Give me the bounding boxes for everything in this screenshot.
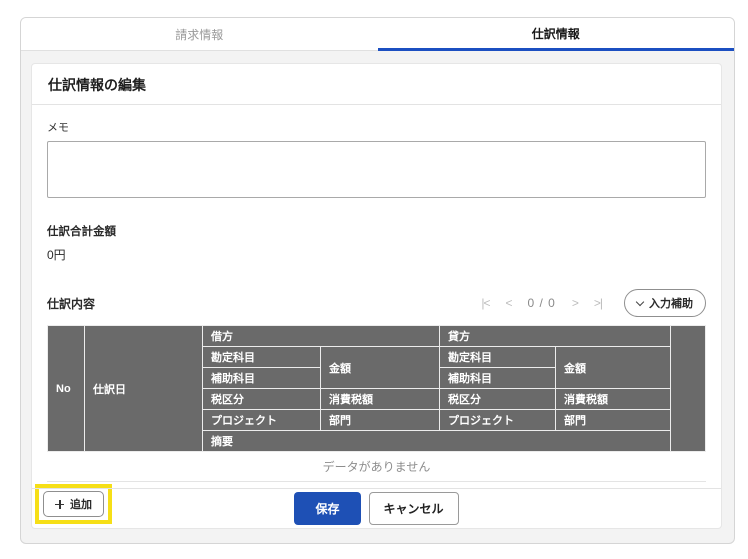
table-row: No 仕訳日 借方 貸方	[47, 325, 706, 452]
col-header-date: 仕訳日	[84, 325, 203, 452]
memo-input[interactable]	[47, 141, 706, 198]
page-counter: 0 / 0	[527, 296, 556, 310]
memo-label: メモ	[47, 122, 69, 134]
col-header-debit: 借方	[202, 325, 440, 347]
col-header-actions	[670, 325, 706, 452]
col-header-credit-department: 部門	[555, 409, 671, 431]
col-header-credit-taxamount: 消費税額	[555, 388, 671, 410]
col-header-credit-project: プロジェクト	[439, 409, 556, 431]
journal-edit-card: 仕訳情報の編集 メモ 仕訳合計金額 0円 仕訳内容 |< < 0 / 0 > >…	[31, 63, 722, 529]
col-header-debit-account: 勘定科目	[202, 346, 321, 368]
col-header-debit-taxclass: 税区分	[202, 388, 321, 410]
journal-content-label: 仕訳内容	[47, 296, 96, 311]
card-body: メモ 仕訳合計金額 0円 仕訳内容 |< < 0 / 0 > >| 入力補助 N…	[32, 105, 721, 524]
prev-page-icon[interactable]: <	[505, 296, 512, 310]
save-button[interactable]: 保存	[294, 492, 361, 525]
last-page-icon[interactable]: >|	[594, 296, 603, 310]
input-assist-button[interactable]: 入力補助	[624, 289, 706, 317]
journal-content-bar: 仕訳内容 |< < 0 / 0 > >| 入力補助	[47, 289, 706, 317]
col-header-debit-amount: 金額	[320, 346, 440, 389]
journal-total-value: 0円	[47, 248, 66, 262]
next-page-icon[interactable]: >	[572, 296, 579, 310]
col-header-credit: 貸方	[439, 325, 671, 347]
first-page-icon[interactable]: |<	[481, 296, 490, 310]
pagination: |< < 0 / 0 > >|	[481, 296, 603, 310]
col-header-debit-project: プロジェクト	[202, 409, 321, 431]
tab-bar: 請求情報 仕訳情報	[21, 18, 734, 51]
dialog-footer: 保存 キャンセル	[32, 488, 721, 528]
chevron-down-icon	[635, 297, 645, 307]
col-header-credit-taxclass: 税区分	[439, 388, 556, 410]
col-header-debit-department: 部門	[320, 409, 440, 431]
no-data-message: データがありません	[47, 452, 706, 482]
tab-journal-info[interactable]: 仕訳情報	[377, 18, 734, 51]
col-header-no: No	[47, 325, 85, 452]
input-assist-label: 入力補助	[649, 298, 693, 310]
journal-total-block: 仕訳合計金額 0円	[47, 223, 706, 263]
col-header-credit-subaccount: 補助科目	[439, 367, 556, 389]
journal-table: No 仕訳日 借方 貸方 勘定科目 金額 勘定科目 金額 補助科目 補助科目 税…	[47, 325, 706, 452]
col-header-credit-account: 勘定科目	[439, 346, 556, 368]
cancel-button[interactable]: キャンセル	[368, 492, 459, 525]
journal-total-label: 仕訳合計金額	[47, 226, 116, 238]
col-header-credit-amount: 金額	[555, 346, 671, 389]
col-header-debit-taxamount: 消費税額	[320, 388, 440, 410]
col-header-summary: 摘要	[202, 430, 671, 452]
page-title: 仕訳情報の編集	[32, 64, 721, 105]
col-header-debit-subaccount: 補助科目	[202, 367, 321, 389]
tab-invoice-info[interactable]: 請求情報	[21, 18, 378, 51]
journal-edit-dialog: 請求情報 仕訳情報 仕訳情報の編集 メモ 仕訳合計金額 0円 仕訳内容 |< <…	[20, 17, 735, 544]
